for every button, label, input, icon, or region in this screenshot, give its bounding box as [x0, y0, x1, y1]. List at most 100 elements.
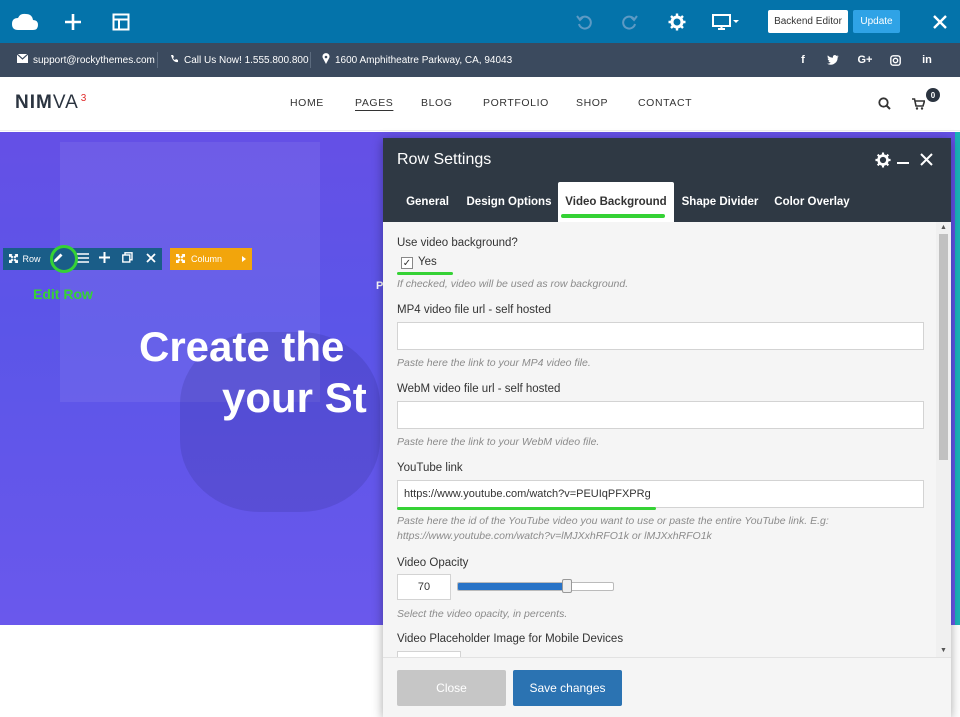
mp4-url-input[interactable]: [397, 322, 924, 350]
layout-icon[interactable]: [109, 0, 133, 43]
nav-link-blog[interactable]: BLOG: [421, 97, 453, 109]
logo-bold: NIM: [15, 92, 53, 113]
linkedin-icon[interactable]: in: [919, 43, 935, 77]
site-navigation: NIMVA 3 HOME PAGES BLOG PORTFOLIO SHOP CO…: [0, 77, 960, 131]
teal-edge-strip: [955, 132, 960, 625]
mp4-label: MP4 video file url - self hosted: [397, 304, 552, 316]
phone-text: Call Us Now! 1.555.800.800: [184, 54, 309, 66]
youtube-help-line-1: Paste here the id of the YouTube video y…: [397, 515, 829, 527]
envelope-icon: [16, 53, 29, 66]
opacity-label: Video Opacity: [397, 557, 469, 569]
google-plus-icon[interactable]: G+: [855, 43, 875, 77]
modal-body: Use video background? ✓ Yes If checked, …: [383, 222, 951, 657]
monitor-icon[interactable]: [711, 0, 741, 43]
row-controls: Row: [3, 248, 162, 270]
hero-heading-line-1: Create the: [139, 323, 345, 370]
info-divider: [157, 52, 158, 68]
use-video-help: If checked, video will be used as row ba…: [397, 278, 629, 290]
column-label: Column: [191, 254, 223, 264]
use-video-checkbox[interactable]: ✓: [401, 257, 413, 269]
cart-count-badge: 0: [926, 88, 940, 102]
nav-link-pages[interactable]: PAGES: [355, 97, 393, 109]
scrollbar-thumb[interactable]: [939, 234, 948, 460]
modal-title: Row Settings: [397, 151, 492, 168]
modal-scrollbar[interactable]: ▲ ▼: [936, 222, 951, 657]
move-icon: [9, 253, 19, 265]
move-icon: [176, 253, 185, 265]
email-text: support@rockythemes.com: [33, 54, 155, 66]
phone-icon: [170, 54, 179, 66]
hero-heading-line-2: your St: [222, 374, 367, 421]
column-controls[interactable]: Column: [170, 248, 252, 270]
scroll-up-icon[interactable]: ▲: [940, 224, 947, 231]
scroll-down-icon[interactable]: ▼: [940, 647, 947, 654]
youtube-input-highlight: [397, 507, 656, 510]
row-settings-modal: Row Settings General Design Options Vide…: [383, 138, 951, 717]
info-address[interactable]: 1600 Amphitheatre Parkway, CA, 94043: [322, 43, 512, 77]
minimize-icon[interactable]: [897, 162, 909, 164]
opacity-help: Select the video opacity, in percents.: [397, 608, 568, 620]
use-video-checkbox-label: Yes: [418, 256, 437, 268]
update-button[interactable]: Update: [853, 10, 900, 33]
row-label: Row: [22, 254, 41, 264]
close-icon[interactable]: [920, 153, 933, 171]
gear-icon[interactable]: [666, 0, 688, 43]
redo-icon[interactable]: [620, 0, 640, 43]
modal-header: Row Settings: [383, 138, 951, 182]
search-icon[interactable]: [878, 97, 891, 115]
opacity-slider-fill: [458, 583, 567, 590]
nav-link-home[interactable]: HOME: [290, 97, 324, 109]
info-phone[interactable]: Call Us Now! 1.555.800.800: [170, 43, 309, 77]
row-clone-button[interactable]: [116, 248, 139, 270]
youtube-label: YouTube link: [397, 462, 463, 474]
use-video-label: Use video background?: [397, 237, 518, 249]
checkbox-highlight: [397, 272, 453, 275]
tab-shape-divider[interactable]: Shape Divider: [678, 182, 762, 222]
row-move-handle[interactable]: Row: [3, 248, 47, 270]
webm-help: Paste here the link to your WebM video f…: [397, 436, 600, 448]
logo-superscript: 3: [80, 92, 88, 104]
map-pin-icon: [322, 53, 330, 67]
opacity-slider[interactable]: [457, 582, 614, 591]
close-button[interactable]: Close: [397, 670, 506, 706]
opacity-slider-handle[interactable]: [561, 579, 572, 593]
gear-icon[interactable]: [875, 152, 891, 173]
close-icon[interactable]: [930, 0, 950, 43]
youtube-link-input[interactable]: https://www.youtube.com/watch?v=PEUIqPFX…: [397, 480, 924, 508]
save-changes-button[interactable]: Save changes: [513, 670, 622, 706]
tab-general[interactable]: General: [397, 182, 458, 222]
twitter-icon[interactable]: [826, 43, 840, 77]
edit-row-annotation: Edit Row: [33, 286, 93, 302]
webm-label: WebM video file url - self hosted: [397, 383, 561, 395]
plus-icon[interactable]: [61, 0, 85, 43]
undo-icon[interactable]: [574, 0, 594, 43]
caret-right-icon: [242, 254, 247, 264]
builder-toolbar: Backend Editor Update: [0, 0, 960, 43]
cloud-logo-icon[interactable]: [10, 0, 40, 43]
youtube-help-line-2: https://www.youtube.com/watch?v=lMJXxhRF…: [397, 530, 712, 542]
clone-icon: [122, 250, 133, 268]
active-tab-highlight: [561, 214, 665, 218]
modal-tabs: General Design Options Video Background …: [383, 182, 951, 222]
facebook-icon[interactable]: f: [797, 43, 809, 77]
nav-link-portfolio[interactable]: PORTFOLIO: [483, 97, 549, 109]
webm-url-input[interactable]: [397, 401, 924, 429]
tab-color-overlay[interactable]: Color Overlay: [769, 182, 855, 222]
instagram-icon[interactable]: [889, 43, 901, 77]
placeholder-image-label: Video Placeholder Image for Mobile Devic…: [397, 633, 624, 645]
row-add-button[interactable]: [93, 248, 116, 270]
backend-editor-button[interactable]: Backend Editor: [768, 10, 848, 33]
info-bar: support@rockythemes.com Call Us Now! 1.5…: [0, 43, 960, 77]
site-logo[interactable]: NIMVA 3: [15, 92, 87, 114]
nav-link-contact[interactable]: CONTACT: [638, 97, 692, 109]
info-divider: [310, 52, 311, 68]
logo-light: VA: [52, 92, 79, 113]
opacity-value-input[interactable]: 70: [397, 574, 451, 600]
nav-link-shop[interactable]: SHOP: [576, 97, 608, 109]
page-root: Backend Editor Update support@rockytheme…: [0, 0, 960, 717]
row-delete-button[interactable]: [139, 248, 162, 270]
cart-icon[interactable]: [912, 97, 926, 115]
address-text: 1600 Amphitheatre Parkway, CA, 94043: [335, 54, 513, 66]
tab-design-options[interactable]: Design Options: [464, 182, 554, 222]
info-email[interactable]: support@rockythemes.com: [16, 43, 155, 77]
